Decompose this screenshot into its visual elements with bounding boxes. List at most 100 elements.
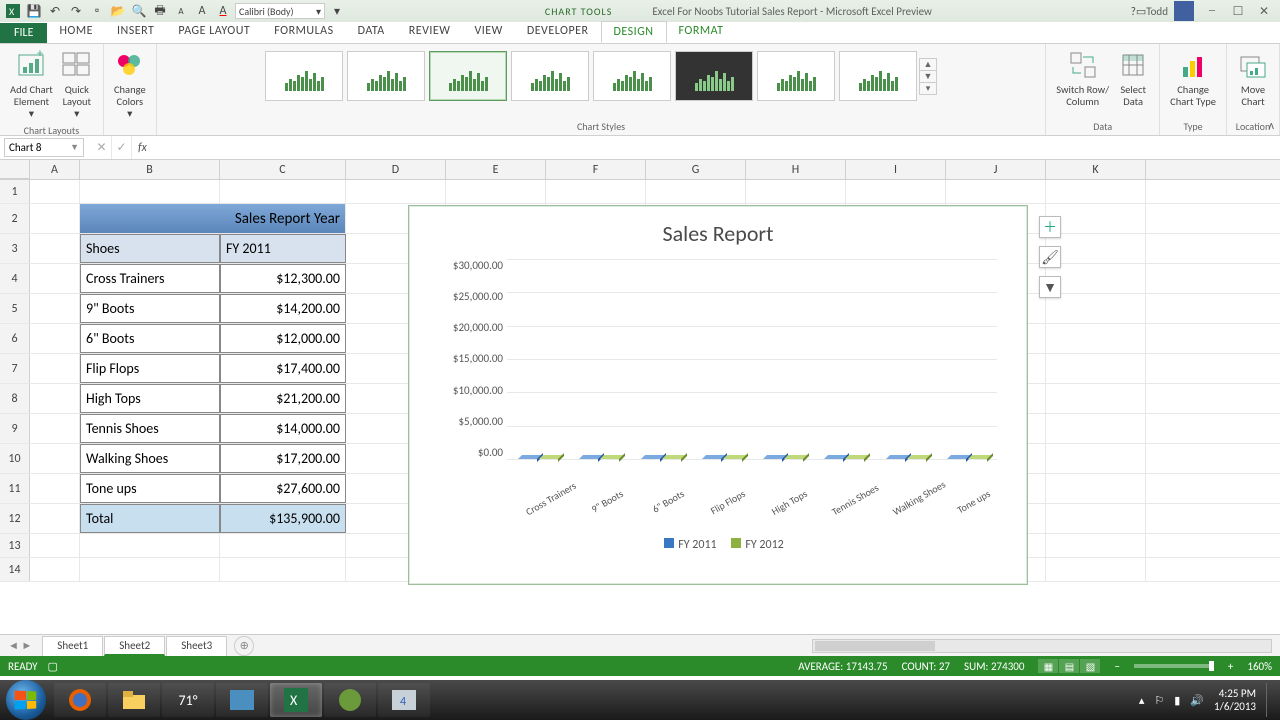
- gallery-up-icon[interactable]: ▲: [920, 59, 936, 71]
- column-header[interactable]: C: [220, 160, 346, 179]
- cell[interactable]: $135,900.00: [220, 504, 346, 533]
- column-header[interactable]: H: [746, 160, 846, 179]
- row-header[interactable]: 10: [0, 444, 30, 473]
- cell[interactable]: [746, 180, 846, 203]
- excel-icon[interactable]: X: [4, 3, 22, 19]
- row-header[interactable]: 4: [0, 264, 30, 293]
- select-data-button[interactable]: Select Data: [1113, 47, 1153, 110]
- cell[interactable]: [846, 180, 946, 203]
- select-all-corner[interactable]: [0, 160, 30, 179]
- cell[interactable]: [30, 504, 80, 533]
- tab-home[interactable]: HOME: [47, 21, 105, 43]
- tray-expand-icon[interactable]: ▴: [1139, 694, 1145, 707]
- font-picker[interactable]: Calibri (Body) ▾: [235, 3, 325, 19]
- chart-styles-button[interactable]: 🖌: [1039, 246, 1061, 268]
- column-header[interactable]: I: [846, 160, 946, 179]
- normal-view-icon[interactable]: ▦: [1038, 659, 1058, 673]
- tab-page-layout[interactable]: PAGE LAYOUT: [166, 21, 262, 43]
- sheet-tab[interactable]: Sheet1: [42, 636, 103, 656]
- row-header[interactable]: 7: [0, 354, 30, 383]
- cell[interactable]: High Tops: [80, 384, 220, 413]
- start-button[interactable]: [6, 680, 46, 720]
- new-sheet-button[interactable]: ⊕: [234, 636, 254, 656]
- cell[interactable]: Walking Shoes: [80, 444, 220, 473]
- cell[interactable]: $17,400.00: [220, 354, 346, 383]
- cell[interactable]: 6" Boots: [80, 324, 220, 353]
- cell[interactable]: Sales Report Year: [80, 204, 346, 233]
- taskbar-explorer[interactable]: [108, 683, 160, 717]
- cell[interactable]: [646, 180, 746, 203]
- row-header[interactable]: 12: [0, 504, 30, 533]
- cell[interactable]: [30, 324, 80, 353]
- cell[interactable]: [30, 264, 80, 293]
- column-header[interactable]: B: [80, 160, 220, 179]
- cell[interactable]: $17,200.00: [220, 444, 346, 473]
- row-header[interactable]: 8: [0, 384, 30, 413]
- chart-style-gallery[interactable]: [265, 47, 917, 105]
- cell[interactable]: $12,000.00: [220, 324, 346, 353]
- tab-formulas[interactable]: FORMULAS: [262, 21, 345, 43]
- taskbar-excel[interactable]: X: [270, 683, 322, 717]
- cell[interactable]: [1046, 474, 1146, 503]
- change-chart-type-button[interactable]: Change Chart Type: [1166, 47, 1220, 110]
- cell[interactable]: [30, 354, 80, 383]
- tray-network-icon[interactable]: ▮: [1174, 694, 1180, 707]
- horizontal-scrollbar[interactable]: [812, 639, 1272, 653]
- column-header[interactable]: J: [946, 160, 1046, 179]
- chart-style-thumb[interactable]: [511, 51, 589, 101]
- cell[interactable]: $14,200.00: [220, 294, 346, 323]
- chart-style-thumb[interactable]: [593, 51, 671, 101]
- cell[interactable]: [30, 294, 80, 323]
- save-icon[interactable]: 💾: [25, 3, 43, 19]
- show-desktop-button[interactable]: [1266, 683, 1274, 717]
- column-header[interactable]: D: [346, 160, 446, 179]
- quick-layout-button[interactable]: Quick Layout ▾: [57, 47, 97, 122]
- chart-legend[interactable]: FY 2011 FY 2012: [409, 538, 1027, 552]
- cell[interactable]: [30, 558, 80, 581]
- tray-volume-icon[interactable]: 🔊: [1190, 694, 1204, 707]
- zoom-out-icon[interactable]: −: [1114, 660, 1119, 673]
- taskbar-app2[interactable]: [324, 683, 376, 717]
- row-header[interactable]: 5: [0, 294, 30, 323]
- chart-elements-button[interactable]: ＋: [1039, 216, 1061, 238]
- cell[interactable]: [30, 384, 80, 413]
- cell[interactable]: [1046, 504, 1146, 533]
- tray-flag-icon[interactable]: ⚐: [1154, 694, 1164, 707]
- cell[interactable]: [30, 474, 80, 503]
- tray-clock[interactable]: 4:25 PM 1/6/2013: [1214, 687, 1256, 713]
- cell[interactable]: [1046, 534, 1146, 557]
- row-header[interactable]: 6: [0, 324, 30, 353]
- name-box[interactable]: Chart 8▼: [4, 138, 84, 157]
- cell[interactable]: Tone ups: [80, 474, 220, 503]
- page-break-view-icon[interactable]: ▧: [1080, 659, 1100, 673]
- sheet-tab[interactable]: Sheet3: [166, 636, 227, 656]
- cell[interactable]: Tennis Shoes: [80, 414, 220, 443]
- sheet-grid[interactable]: Sales Report $30,000.00$25,000.00$20,000…: [0, 180, 1280, 634]
- cell[interactable]: [30, 534, 80, 557]
- tab-developer[interactable]: DEVELOPER: [515, 21, 601, 43]
- chart-style-thumb[interactable]: [839, 51, 917, 101]
- cell[interactable]: $21,200.00: [220, 384, 346, 413]
- undo-icon[interactable]: ↶: [46, 3, 64, 19]
- cell[interactable]: $12,300.00: [220, 264, 346, 293]
- enter-icon[interactable]: ✓: [112, 136, 132, 159]
- page-layout-view-icon[interactable]: ▤: [1059, 659, 1079, 673]
- chart-style-thumb[interactable]: [675, 51, 753, 101]
- cell[interactable]: [30, 414, 80, 443]
- row-header[interactable]: 3: [0, 234, 30, 263]
- chart-style-thumb[interactable]: [757, 51, 835, 101]
- font-color-icon[interactable]: A: [214, 3, 232, 19]
- zoom-level[interactable]: 160%: [1247, 660, 1272, 673]
- column-header[interactable]: A: [30, 160, 80, 179]
- user-name[interactable]: Todd: [1146, 5, 1168, 18]
- cell[interactable]: [946, 180, 1046, 203]
- cell[interactable]: [1046, 354, 1146, 383]
- close-icon[interactable]: ✕: [1252, 2, 1276, 20]
- chart-style-thumb[interactable]: [347, 51, 425, 101]
- new-icon[interactable]: ▫: [88, 3, 106, 19]
- cell[interactable]: $14,000.00: [220, 414, 346, 443]
- cell[interactable]: [1046, 264, 1146, 293]
- cell[interactable]: [30, 180, 80, 203]
- cell[interactable]: [220, 558, 346, 581]
- row-header[interactable]: 11: [0, 474, 30, 503]
